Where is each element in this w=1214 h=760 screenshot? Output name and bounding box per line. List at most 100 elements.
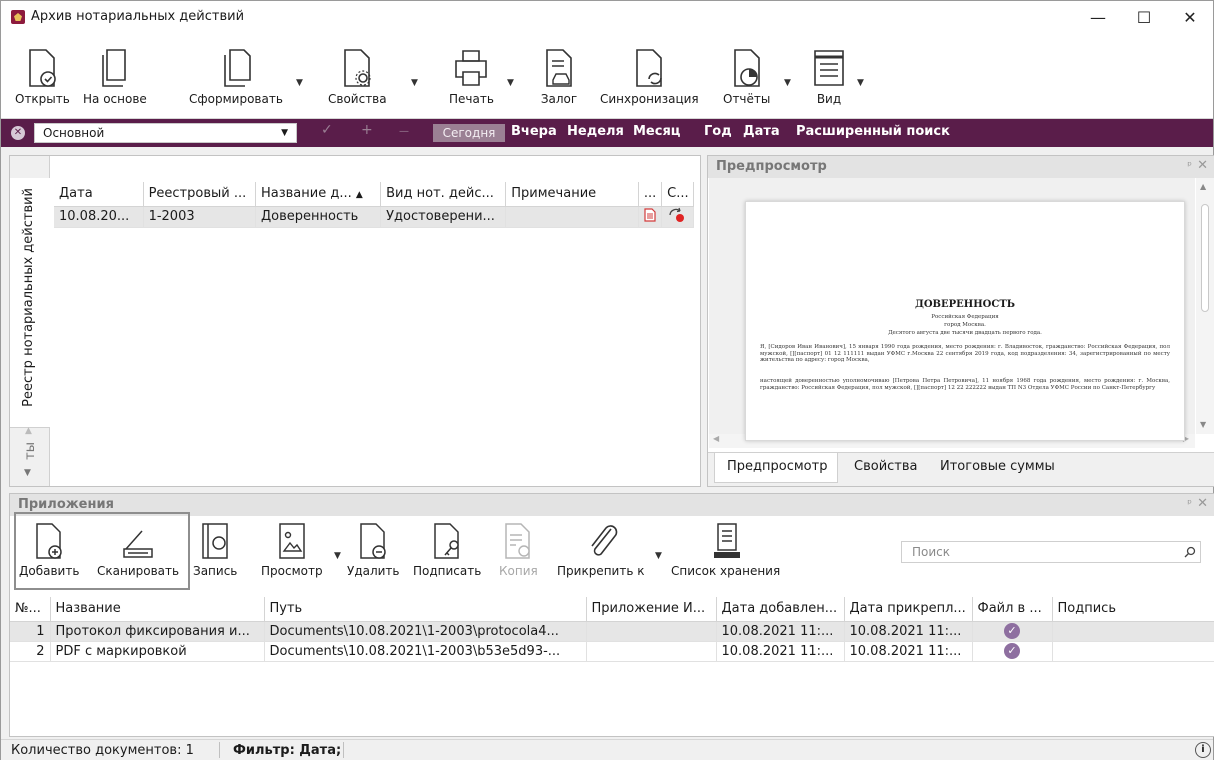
preview-vertical-scrollbar[interactable]: ▲ ▼	[1196, 178, 1214, 434]
reports-button[interactable]: Отчёты	[723, 47, 770, 106]
col-file-in[interactable]: Файл в ...	[972, 597, 1053, 622]
sort-asc-icon: ▲	[355, 190, 363, 201]
form-button[interactable]: Сформировать	[189, 47, 283, 106]
scan-button[interactable]: Сканировать	[97, 521, 179, 578]
view-button[interactable]: Вид	[809, 47, 849, 106]
documents-stack-icon	[224, 49, 251, 87]
week-filter-link[interactable]: Неделя	[567, 124, 624, 139]
col-number[interactable]: №...	[10, 597, 51, 622]
open-button[interactable]: Открыть	[15, 47, 70, 106]
col-extra[interactable]: ...	[638, 182, 663, 207]
delete-attachment-button[interactable]: Удалить	[347, 521, 400, 578]
col-date-added[interactable]: Дата добавлен...	[716, 597, 845, 622]
col-note[interactable]: Примечание	[505, 182, 639, 207]
view-attachment-button[interactable]: Просмотр	[261, 521, 323, 578]
search-icon[interactable]	[1184, 546, 1196, 558]
doc-heading: ДОВЕРЕННОСТЬ	[914, 299, 1016, 310]
date-filter-link[interactable]: Дата	[743, 124, 780, 139]
maximize-button[interactable]: ☐	[1121, 1, 1167, 33]
sign-button[interactable]: Подписать	[413, 521, 481, 578]
filter-bar: ✕ Основной ▼ ✓ + — Сегодня Вчера Неделя …	[1, 119, 1213, 147]
col-application[interactable]: Приложение И...	[586, 597, 717, 622]
car-document-icon	[546, 49, 572, 87]
tab-properties[interactable]: Свойства	[854, 459, 918, 474]
storage-list-button[interactable]: Список хранения	[671, 521, 780, 578]
reports-dropdown-icon[interactable]: ▼	[784, 78, 791, 88]
view-dropdown-icon[interactable]: ▼	[334, 551, 341, 561]
col-status[interactable]: С...	[661, 182, 694, 207]
preview-close-icon[interactable]: ✕	[1197, 158, 1208, 173]
col-signature[interactable]: Подпись	[1052, 597, 1214, 622]
month-filter-link[interactable]: Месяц	[633, 124, 680, 139]
cell-date-added: 10.08.2021 11:...	[716, 641, 845, 662]
today-filter-button[interactable]: Сегодня	[433, 124, 505, 142]
properties-button[interactable]: Свойства	[328, 47, 387, 106]
table-row[interactable]: 1 Протокол фиксирования и... Documents\1…	[10, 621, 1214, 642]
cell-date-attached: 10.08.2021 11:...	[844, 641, 973, 662]
year-filter-link[interactable]: Год	[704, 124, 732, 139]
scroll-thumb[interactable]	[1201, 204, 1209, 312]
pin-icon[interactable]: ᵖ	[1187, 159, 1192, 172]
col-name[interactable]: Название	[50, 597, 265, 622]
other-tab-label[interactable]: ты	[23, 442, 38, 460]
sync-button[interactable]: Синхронизация	[600, 47, 699, 106]
tabs-scroll-down-icon[interactable]: ▼	[24, 468, 31, 478]
record-button[interactable]: Запись	[193, 521, 237, 578]
preview-tabs: Предпросмотр Свойства Итоговые суммы	[708, 452, 1214, 486]
cell-path: Documents\10.08.2021\1-2003\protocola4..…	[264, 621, 587, 642]
filter-preset-select[interactable]: Основной ▼	[34, 123, 297, 143]
info-icon[interactable]: i	[1195, 742, 1211, 758]
attachments-pin-icon[interactable]: ᵖ	[1187, 497, 1192, 510]
form-dropdown-icon[interactable]: ▼	[296, 78, 303, 88]
minimize-button[interactable]: —	[1075, 1, 1121, 33]
close-button[interactable]: ✕	[1167, 1, 1213, 33]
table-row[interactable]: 10.08.20... 1-2003 Доверенность Удостове…	[54, 206, 694, 228]
attachments-close-icon[interactable]: ✕	[1197, 496, 1208, 511]
doc-line-3: Десятого августа две тысячи двадцать пер…	[888, 330, 1042, 336]
remove-document-icon	[360, 523, 386, 559]
copy-button[interactable]: Копия	[499, 521, 538, 578]
based-on-label: На основе	[83, 92, 147, 106]
advanced-search-link[interactable]: Расширенный поиск	[796, 124, 950, 139]
table-row[interactable]: 2 PDF с маркировкой Documents\10.08.2021…	[10, 641, 1214, 662]
registry-tab[interactable]: Реестр нотариальных действий	[10, 178, 50, 428]
attach-to-button[interactable]: Прикрепить к	[557, 521, 644, 578]
col-date-attached[interactable]: Дата прикрепл...	[844, 597, 973, 622]
col-action-kind[interactable]: Вид нот. дейс...	[380, 182, 507, 207]
attachments-search-input[interactable]: Поиск	[901, 541, 1201, 563]
form-label: Сформировать	[189, 92, 283, 106]
add-filter-button[interactable]: +	[361, 122, 373, 138]
tab-totals[interactable]: Итоговые суммы	[940, 459, 1055, 474]
scroll-down-icon[interactable]: ▼	[1200, 420, 1206, 429]
yesterday-filter-link[interactable]: Вчера	[511, 124, 557, 139]
apply-filter-button[interactable]: ✓	[321, 122, 333, 138]
scroll-left-icon[interactable]: ◀	[713, 434, 719, 443]
tab-preview[interactable]: Предпросмотр	[714, 453, 838, 483]
active-filter: Фильтр: Дата;	[233, 743, 342, 758]
col-path[interactable]: Путь	[264, 597, 587, 622]
view-dropdown-icon[interactable]: ▼	[857, 78, 864, 88]
main-toolbar: Открыть На основе Сформировать ▼ Свойств…	[1, 33, 1213, 119]
scroll-up-icon[interactable]: ▲	[1200, 182, 1206, 191]
check-circle-icon: ✓	[1004, 643, 1020, 659]
print-dropdown-icon[interactable]: ▼	[507, 78, 514, 88]
image-document-icon	[279, 523, 305, 559]
tabs-scroll-up-icon[interactable]: ▲	[25, 426, 32, 436]
add-attachment-button[interactable]: Добавить	[19, 521, 79, 578]
delete-label: Удалить	[347, 564, 400, 578]
col-date[interactable]: Дата	[54, 182, 144, 207]
attach-dropdown-icon[interactable]: ▼	[655, 551, 662, 561]
cell-action-kind: Удостоверени...	[380, 206, 507, 228]
cell-date-added: 10.08.2021 11:...	[716, 621, 845, 642]
print-button[interactable]: Печать	[449, 47, 494, 106]
col-registry-number[interactable]: Реестровый ...	[143, 182, 256, 207]
based-on-button[interactable]: На основе	[83, 47, 147, 106]
clear-filter-icon[interactable]: ✕	[11, 126, 25, 140]
properties-dropdown-icon[interactable]: ▼	[411, 78, 418, 88]
pledge-button[interactable]: Залог	[539, 47, 579, 106]
filter-preset-value: Основной	[43, 126, 105, 140]
view-label: Просмотр	[261, 564, 323, 578]
col-document-name[interactable]: Название д... ▲	[255, 182, 382, 207]
search-placeholder: Поиск	[912, 545, 951, 559]
remove-filter-button[interactable]: —	[399, 126, 409, 137]
